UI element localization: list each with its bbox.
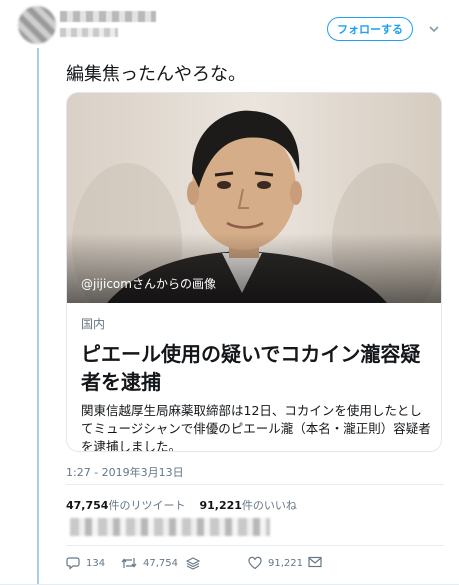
- retweet-count: 47,754: [143, 557, 178, 569]
- divider: [66, 545, 444, 546]
- card-description: 関東信越厚生局麻薬取締部は12日、コカインを使用したとしてミュージシャンで俳優の…: [81, 403, 431, 452]
- stack-icon: [186, 557, 200, 570]
- tweet-timestamp[interactable]: 1:27 - 2019年3月13日: [66, 464, 184, 480]
- display-name-blurred[interactable]: [60, 11, 156, 22]
- heart-icon: [248, 556, 262, 570]
- divider: [66, 484, 444, 485]
- liker-avatars-blurred[interactable]: [70, 518, 270, 536]
- reply-action[interactable]: 134: [66, 556, 105, 570]
- chevron-down-icon[interactable]: [428, 23, 440, 35]
- tweet-text: 編集焦ったんやろな。: [66, 64, 246, 85]
- retweets-count: 47,754: [66, 499, 109, 512]
- username-blurred[interactable]: [60, 28, 118, 37]
- retweet-action[interactable]: 47,754: [121, 556, 178, 570]
- follow-button[interactable]: フォローする: [327, 17, 413, 41]
- likes-label: 件のいいね: [241, 499, 297, 512]
- card-image[interactable]: @jijicomさんからの画像: [67, 93, 441, 303]
- action-bar: 134 47,754 91,221: [66, 556, 446, 572]
- like-count: 91,221: [268, 557, 303, 569]
- engagement-stats: 47,754件のリツイート 91,221件のいいね: [66, 497, 297, 513]
- likes-stat[interactable]: 91,221件のいいね: [199, 499, 296, 512]
- retweets-stat[interactable]: 47,754件のリツイート: [66, 499, 185, 512]
- retweet-icon: [121, 558, 137, 568]
- image-gradient: [67, 233, 441, 303]
- likes-count: 91,221: [199, 499, 242, 512]
- avatar[interactable]: [18, 6, 56, 44]
- card-category: 国内: [81, 317, 106, 331]
- reply-count: 134: [86, 557, 106, 569]
- dm-action[interactable]: [308, 556, 328, 568]
- reply-icon: [66, 557, 80, 570]
- link-card[interactable]: @jijicomさんからの画像 国内 ピエール使用の疑いでコカイン瀧容疑者を逮捕…: [66, 92, 442, 452]
- card-body[interactable]: 国内 ピエール使用の疑いでコカイン瀧容疑者を逮捕 関東信越厚生局麻薬取締部は12…: [81, 315, 431, 452]
- stack-action[interactable]: [186, 556, 206, 570]
- envelope-icon: [308, 556, 322, 568]
- like-action[interactable]: 91,221: [248, 556, 303, 570]
- retweets-label: 件のリツイート: [108, 499, 186, 512]
- card-title[interactable]: ピエール使用の疑いでコカイン瀧容疑者を逮捕: [81, 340, 431, 396]
- image-credit: @jijicomさんからの画像: [81, 277, 216, 291]
- thread-line: [37, 48, 39, 585]
